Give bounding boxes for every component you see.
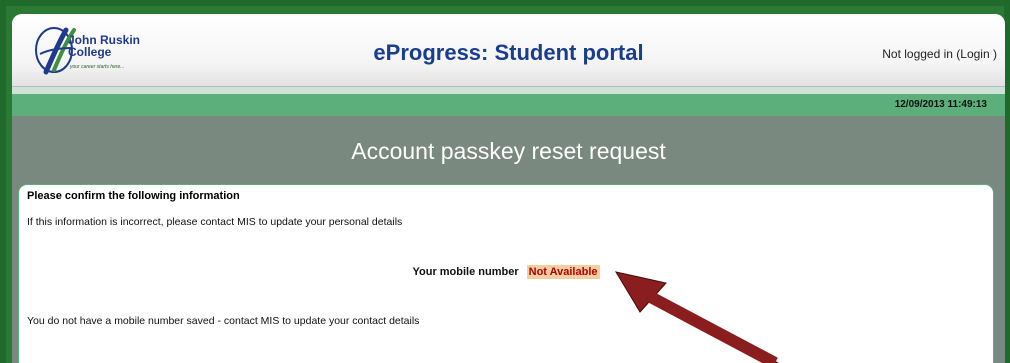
mobile-missing-note: You do not have a mobile number saved - …: [27, 315, 420, 327]
mobile-number-label: Your mobile number: [412, 266, 519, 278]
current-datetime: 12/09/2013 11:49:13: [894, 99, 987, 110]
header: John Ruskin College your career starts h…: [12, 14, 1005, 87]
login-status-text: Not logged in (: [882, 47, 961, 61]
mobile-number-value: Not Available: [526, 265, 600, 279]
login-link[interactable]: Login: [960, 47, 989, 61]
reset-section: Account passkey reset request Please con…: [12, 116, 1005, 363]
mobile-number-row: Your mobile number Not Available: [19, 265, 993, 279]
login-status-close: ): [989, 47, 997, 61]
panel-info-text: If this information is incorrect, please…: [27, 216, 403, 228]
panel-heading: Please confirm the following information: [27, 190, 240, 202]
section-title: Account passkey reset request: [351, 138, 666, 164]
confirmation-panel: Please confirm the following information…: [18, 184, 994, 363]
date-bar: 12/09/2013 11:49:13: [12, 94, 1005, 116]
page-title: eProgress: Student portal: [373, 40, 644, 65]
login-status: Not logged in (Login ): [882, 47, 997, 61]
header-divider: [12, 87, 1005, 94]
page: John Ruskin College your career starts h…: [12, 14, 1005, 363]
